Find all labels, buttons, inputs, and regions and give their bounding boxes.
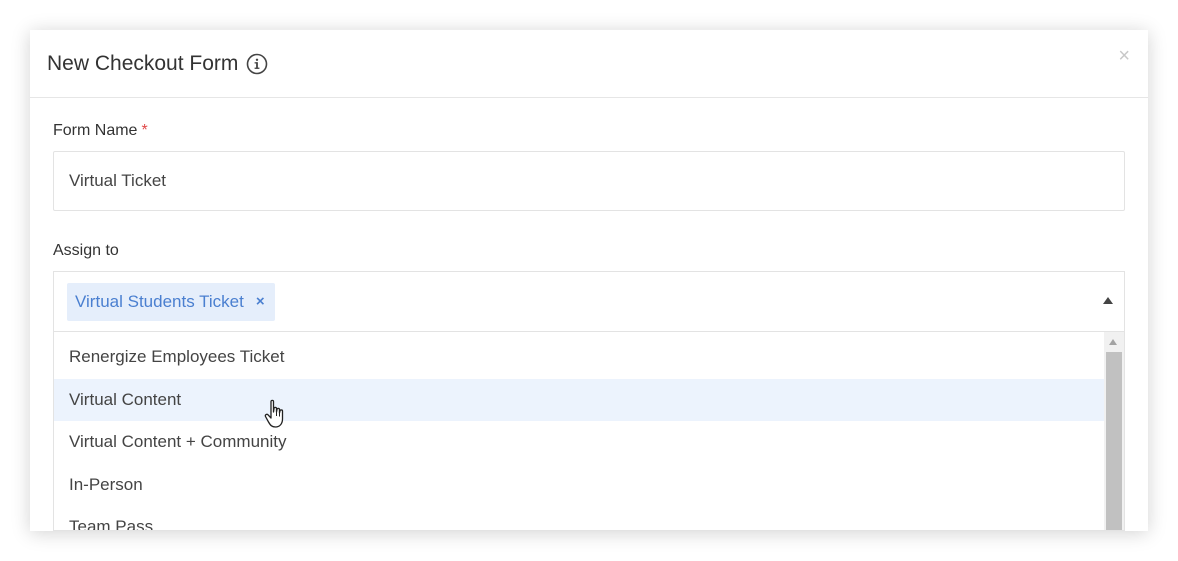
dropdown-options-list: Renergize Employees Ticket Virtual Conte… xyxy=(54,332,1104,530)
dropdown-option[interactable]: Virtual Content + Community xyxy=(54,421,1104,464)
form-name-input[interactable] xyxy=(53,151,1125,211)
dropdown-option[interactable]: In-Person xyxy=(54,464,1104,507)
required-marker: * xyxy=(141,122,148,139)
dropdown-option[interactable]: Renergize Employees Ticket xyxy=(54,336,1104,379)
scrollbar-thumb[interactable] xyxy=(1106,352,1122,530)
dropdown-option[interactable]: Team Pass xyxy=(54,506,1104,530)
scroll-up-arrow-icon[interactable] xyxy=(1109,339,1117,345)
assign-to-dropdown: Renergize Employees Ticket Virtual Conte… xyxy=(53,331,1125,531)
checkout-form-modal: New Checkout Form × Form Name* Assign to… xyxy=(30,30,1148,531)
form-name-label: Form Name * xyxy=(53,120,1125,142)
selected-tag: Virtual Students Ticket × xyxy=(67,282,275,321)
caret-up-icon[interactable] xyxy=(1103,297,1113,304)
dropdown-scrollbar[interactable] xyxy=(1104,332,1124,530)
assign-to-select[interactable]: Virtual Students Ticket × xyxy=(53,271,1125,331)
dropdown-option-highlighted[interactable]: Virtual Content xyxy=(54,378,1104,421)
info-icon[interactable] xyxy=(246,53,268,75)
modal-title: New Checkout Form xyxy=(47,51,239,75)
close-icon[interactable]: × xyxy=(1118,46,1130,66)
selected-tag-label: Virtual Students Ticket xyxy=(75,291,244,311)
tag-remove-icon[interactable]: × xyxy=(256,283,265,321)
form-name-label-text: Form Name xyxy=(53,122,138,139)
modal-body: Form Name* Assign to Virtual Students Ti… xyxy=(30,98,1148,531)
modal-header: New Checkout Form × xyxy=(30,30,1148,98)
assign-to-label: Assign to xyxy=(53,242,119,259)
